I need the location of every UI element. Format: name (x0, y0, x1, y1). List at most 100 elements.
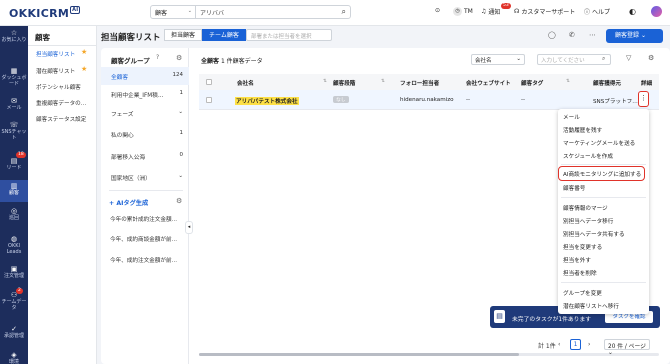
col-source[interactable]: 顧客獲得元 (593, 79, 621, 87)
user-avatar[interactable] (651, 6, 662, 17)
star-icon[interactable]: ★ (81, 48, 87, 56)
col-tag[interactable]: 顧客タグ (521, 79, 543, 87)
menu-item-schedule[interactable]: スケジュールを作成 (563, 152, 613, 160)
keyword-input[interactable]: 入力してください (537, 54, 611, 65)
menu-item-merge[interactable]: 顧客情報のマージ (563, 204, 608, 212)
filter-field-select[interactable]: 会社名 ⌄ (471, 54, 525, 65)
menu-item-customer-number[interactable]: 顧客番号 (563, 184, 585, 192)
star-icon[interactable]: ★ (81, 65, 87, 73)
total-count: 計 1件 (538, 343, 556, 350)
nav-env[interactable]: ◈ 環境 (0, 352, 28, 364)
table-header: 会社名 ⇅ 顧客段階 ⇅ フォロー担当者 会社ウェブサイト 顧客タグ ⇅ 顧客獲… (199, 74, 659, 90)
menu-item-activity[interactable]: 活動履歴を残す (563, 126, 602, 134)
support-button[interactable]: ☊ カスタマーサポート (514, 7, 575, 16)
menu-item-change-owner[interactable]: 担当を変更する (563, 243, 602, 251)
divider (561, 164, 646, 165)
next-page-icon[interactable]: › (588, 341, 590, 348)
group-row[interactable]: フェーズ ⌄ (101, 104, 189, 122)
settings-icon[interactable]: ⊙ (435, 7, 440, 14)
tab-assigned[interactable]: 担当顧客 (164, 29, 203, 41)
more-icon[interactable]: ⋯ (589, 31, 596, 39)
search-input[interactable]: アリババ (200, 8, 224, 17)
menu-item-transfer[interactable]: 別担当ヘデータ移行 (563, 217, 613, 225)
okki-crm-logo[interactable]: OKKICRM AI (9, 6, 81, 20)
customers-icon: ▥ (10, 182, 18, 190)
col-company[interactable]: 会社名 (237, 79, 254, 87)
record-count: 全顧客 1 件顧客データ (201, 58, 263, 65)
per-page-select[interactable]: 20 件 / ページ ⌄ (604, 339, 650, 356)
col-owner[interactable]: フォロー担当者 (400, 79, 439, 87)
sort-icon[interactable]: ⇅ (566, 79, 570, 84)
divider (561, 282, 646, 283)
menu-item-change-group[interactable]: グループを変更 (563, 289, 602, 297)
help-icon[interactable]: ? (156, 54, 159, 61)
website-value: -- (466, 97, 471, 103)
subnav-item-assigned[interactable]: 担当顧客リスト (36, 50, 75, 58)
nav-customers[interactable]: ▥ 顧客 (0, 180, 28, 202)
ai-tag-item[interactable]: 今年の累計成約注文金額… (110, 215, 177, 223)
sort-icon[interactable]: ⇅ (381, 79, 385, 84)
group-row[interactable]: 国家地区（洲） ⌄ (101, 168, 189, 186)
search-scope-select[interactable]: 顧客 ⌄ (151, 6, 196, 18)
nav-mail[interactable]: ✉ メール (0, 98, 28, 112)
checkbox (206, 79, 212, 85)
group-row[interactable]: 部署移入公海 0 (101, 147, 189, 165)
ai-tag-generate[interactable]: + AIタグ生成 (109, 198, 148, 207)
table-row[interactable]: アリババテスト株式会社 なし hidenaru.nakamizo -- -- S… (199, 90, 659, 110)
scrollbar-thumb[interactable] (199, 353, 519, 356)
menu-item-share[interactable]: 別担当ヘデータ共有する (563, 230, 625, 238)
nav-favorites[interactable]: ☆ お気に入り (0, 30, 28, 44)
page-number[interactable]: 1 (570, 339, 581, 350)
search-icon[interactable]: ⌕ (602, 55, 605, 63)
group-row[interactable]: 利用中企業_IFM積… 1 (101, 85, 189, 103)
row-checkbox[interactable] (206, 97, 212, 105)
settings-icon[interactable]: ⚙ (176, 197, 182, 205)
settings-icon[interactable]: ⚙ (648, 54, 654, 62)
chat-icon[interactable]: ◯ (548, 31, 556, 39)
nav-okki-leads[interactable]: ◍ OKKI Leads (0, 236, 28, 256)
menu-item-delete-owner[interactable]: 担当者を削除 (563, 269, 597, 277)
tm-button[interactable]: ◷ TM (453, 7, 473, 16)
ai-tag-item[interactable]: 今年、成約注文金額が前… (110, 256, 177, 264)
register-customer-button[interactable]: 顧客登録 ⌄ (606, 29, 663, 43)
nav-team-data[interactable]: ⚇ チームデータ (0, 292, 28, 312)
whatsapp-icon[interactable]: ✆ (569, 31, 575, 39)
horizontal-scrollbar[interactable] (199, 353, 659, 356)
ai-tag-item[interactable]: 今年、成約商談金額が前… (110, 235, 177, 243)
tab-team[interactable]: チーム顧客 (202, 29, 246, 41)
owner-select[interactable]: 部署または担当者を選択 (246, 29, 332, 41)
menu-item-mail[interactable]: メール (563, 113, 580, 121)
sort-icon[interactable]: ⇅ (323, 79, 327, 84)
headset-icon: ☊ (514, 8, 520, 15)
select-all-checkbox[interactable] (206, 79, 212, 87)
subnav-item-potential-customers[interactable]: ポテンシャル顧客 (36, 83, 81, 91)
collapse-panel-icon[interactable]: ◂ (185, 221, 193, 234)
menu-item-marketing-mail[interactable]: マーケティングメールを送る (563, 139, 635, 147)
prev-page-icon[interactable]: ‹ (558, 341, 560, 348)
divider (109, 190, 183, 191)
group-row[interactable]: 全顧客 124 (101, 67, 189, 85)
menu-item-unassign[interactable]: 担当を外す (563, 256, 591, 264)
menu-item-move-potential[interactable]: 潜在顧客リストへ移行 (563, 302, 619, 310)
group-row[interactable]: 私の関心 1 (101, 125, 189, 143)
search-icon[interactable]: ⌕ (342, 7, 346, 17)
help-button[interactable]: ⓘ ヘルプ (584, 7, 610, 16)
subnav-item-duplicates[interactable]: 重複顧客データの… (36, 99, 86, 107)
nav-inspection[interactable]: ◎ 巡回 (0, 208, 28, 222)
theme-toggle-icon[interactable]: ◐ (629, 7, 636, 16)
filter-icon[interactable]: ▽ (626, 54, 631, 62)
toast-text: 未完了のタスクが1件あります (512, 317, 592, 323)
col-website[interactable]: 会社ウェブサイト (466, 79, 511, 87)
nav-leads[interactable]: ▤ リード (0, 158, 28, 172)
nav-sns[interactable]: ☏ SNSチャット (0, 122, 28, 142)
notification-button[interactable]: ♫ 通知 (481, 7, 500, 16)
nav-approval[interactable]: ✓ 承認管理 (0, 326, 28, 340)
nav-orders[interactable]: ▣ 注文管理 (0, 266, 28, 280)
row-more-icon[interactable]: ⋮ (638, 91, 649, 107)
settings-icon[interactable]: ⚙ (176, 54, 182, 62)
subnav-item-potential-list[interactable]: 潜在顧客リスト (36, 67, 75, 75)
company-name[interactable]: アリババテスト株式会社 (235, 97, 299, 105)
subnav-item-status-settings[interactable]: 顧客ステータス設定 (36, 115, 86, 123)
col-stage[interactable]: 顧客段階 (333, 79, 355, 87)
nav-dashboard[interactable]: ▦ ダッシュボード (0, 68, 28, 88)
